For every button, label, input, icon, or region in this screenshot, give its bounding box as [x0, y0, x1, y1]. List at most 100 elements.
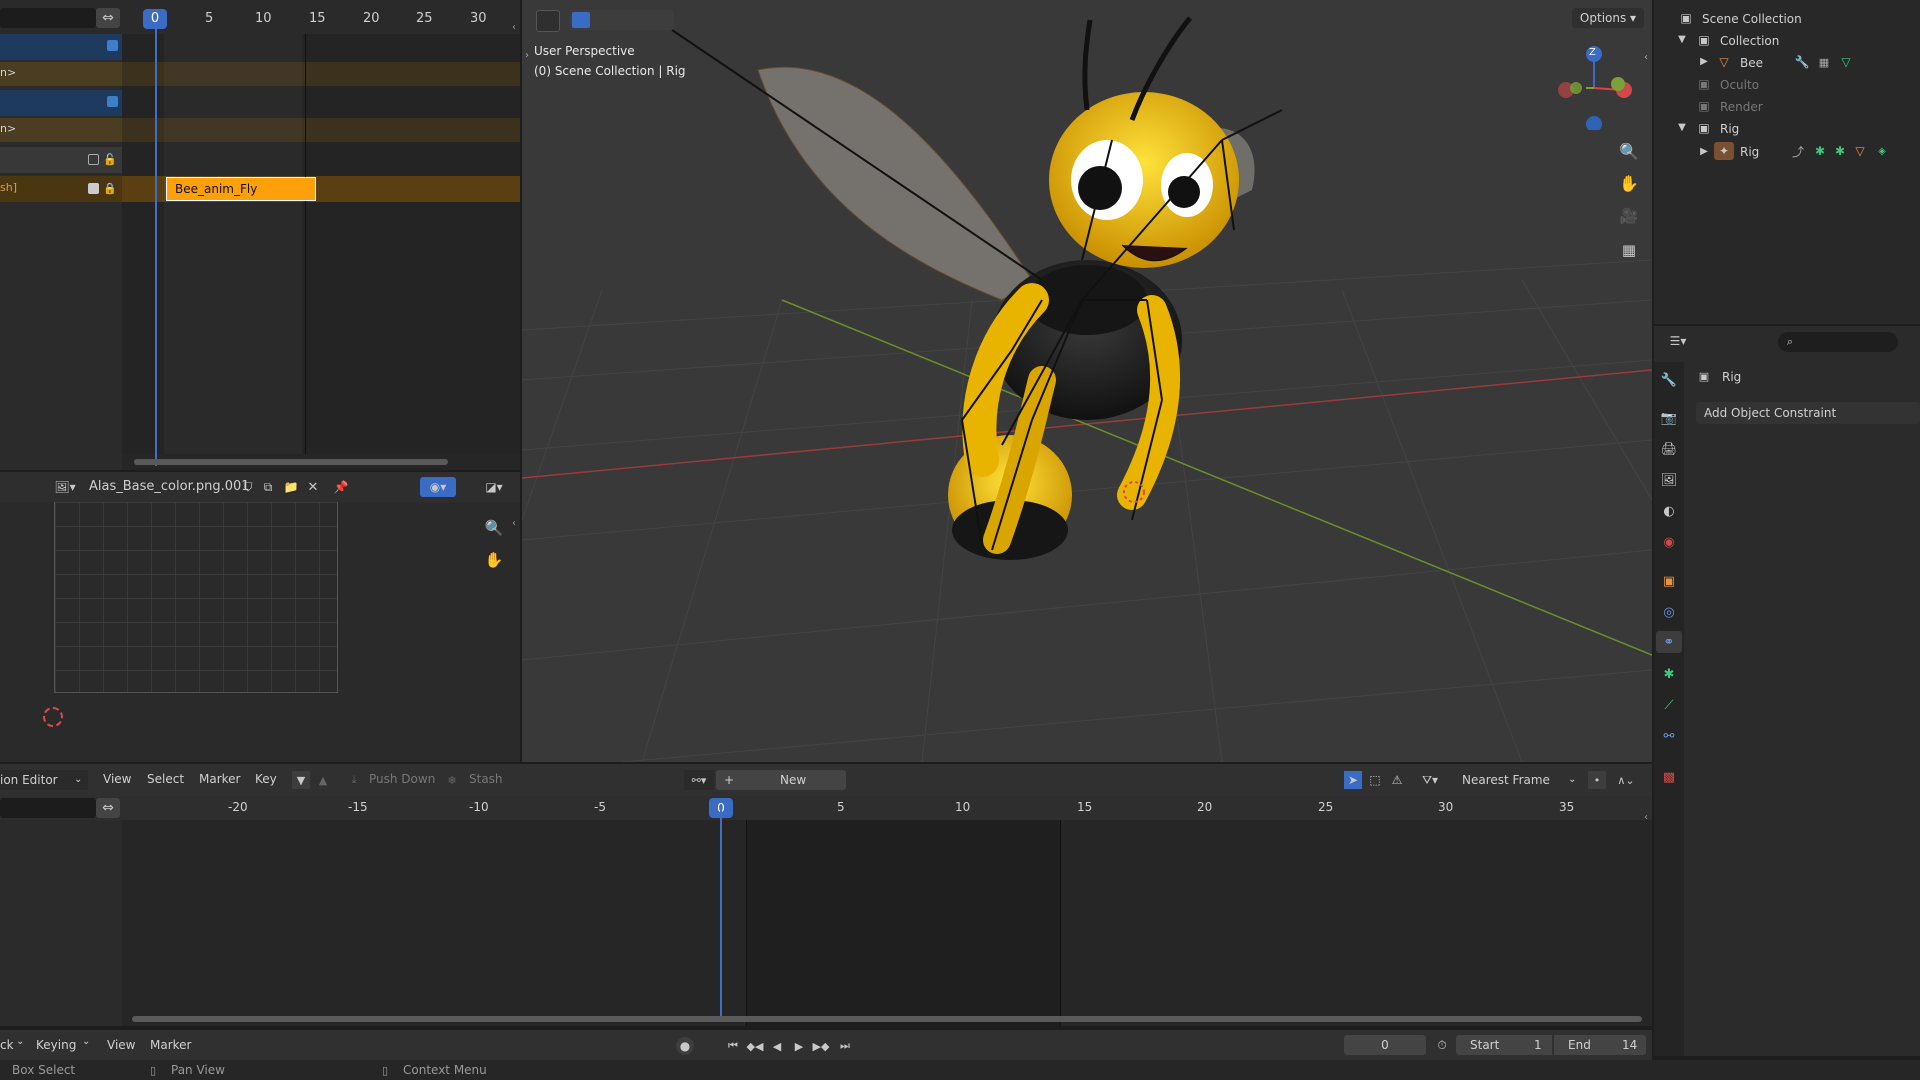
prev-keyframe-icon[interactable]: ◆◀	[746, 1037, 764, 1055]
timeline-header[interactable]: ck ⌄ Keying ⌄ View Marker ● ⏮ ◆◀ ◀ ▶ ▶◆ …	[0, 1030, 1652, 1060]
nla-action-strip[interactable]: Bee_anim_Fly	[166, 177, 316, 201]
action-ruler[interactable]: ⇔ -20 -15 -10 -5 0 5 10 15 20 25 30 35	[0, 796, 1652, 820]
scene-tab-icon[interactable]: ◐	[1659, 501, 1679, 521]
outliner-item[interactable]: Rig	[1740, 145, 1759, 159]
action-browse-icon[interactable]: ⚯▾	[684, 770, 714, 790]
new-action-button[interactable]: + New	[716, 770, 846, 790]
only-selected-icon[interactable]: ➤	[1344, 771, 1362, 789]
expand-arrow-icon[interactable]: ▼	[1676, 33, 1688, 45]
2d-cursor-icon[interactable]	[43, 707, 63, 727]
play-icon[interactable]: ▶	[790, 1037, 808, 1055]
properties-search-input[interactable]: ⌕	[1778, 332, 1898, 352]
menu-select[interactable]: Select	[147, 772, 184, 786]
mesh-icon[interactable]: ▽	[1852, 143, 1868, 159]
timeline-menu-marker[interactable]: Marker	[150, 1038, 191, 1052]
folder-icon[interactable]: 📁	[281, 478, 301, 496]
lock-open-icon[interactable]: 🔓	[102, 151, 118, 167]
only-errors-icon[interactable]: ⚠	[1388, 771, 1406, 789]
action-down-icon[interactable]: ▼	[292, 771, 310, 789]
expand-arrow-icon[interactable]: ▼	[1676, 121, 1688, 133]
data-tab-icon[interactable]: ✱	[1659, 664, 1679, 684]
track-checkbox[interactable]	[88, 154, 99, 165]
filter-icon[interactable]: ⛛▾	[1414, 771, 1446, 789]
chevron-left-icon[interactable]: ‹	[1640, 810, 1652, 824]
object-tab-icon[interactable]: ▣	[1659, 571, 1679, 591]
nla-track-row[interactable]: n>	[0, 118, 122, 142]
selection-mode-group[interactable]	[570, 10, 674, 30]
hand-pan-icon[interactable]: ✋	[482, 548, 506, 572]
physics-tab-icon[interactable]: ◎	[1659, 602, 1679, 622]
vertex-groups-icon[interactable]: ▦	[1816, 54, 1832, 70]
collapse-arrow-icon[interactable]: ▶	[1698, 55, 1710, 67]
timeline-menu-view[interactable]: View	[107, 1038, 135, 1052]
timeline-menu-keying[interactable]: Keying	[36, 1038, 76, 1052]
texture-tab-icon[interactable]: ▩	[1659, 767, 1679, 787]
world-tab-icon[interactable]: ◉	[1659, 532, 1679, 552]
play-reverse-icon[interactable]: ◀	[768, 1037, 786, 1055]
editor-type-icon[interactable]: ☰▾	[1664, 332, 1692, 350]
chevron-left-icon[interactable]: ‹	[508, 20, 520, 34]
show-hidden-icon[interactable]: ⬚	[1366, 771, 1384, 789]
nla-track-area[interactable]	[122, 34, 520, 454]
current-frame-field[interactable]: 0	[1344, 1035, 1426, 1055]
uv-grid[interactable]	[54, 502, 338, 693]
menu-view[interactable]: View	[103, 772, 131, 786]
outliner-item[interactable]: Collection	[1720, 34, 1779, 48]
render-tab-icon[interactable]: 📷	[1659, 408, 1679, 428]
nla-scrollbar[interactable]	[134, 459, 448, 465]
lock-icon[interactable]: 🔒	[102, 180, 118, 196]
chevron-left-icon[interactable]: ‹	[508, 516, 520, 530]
record-icon[interactable]: ●	[676, 1037, 694, 1055]
nla-editor[interactable]: ⇔ 0 5 10 15 20 25 30 n> n> 🔓 sh] 🔒 Bee_a…	[0, 0, 520, 470]
nla-track-row[interactable]: n>	[0, 62, 122, 86]
nla-ruler[interactable]: ⇔ 0 5 10 15 20 25 30	[0, 0, 520, 34]
action-playhead[interactable]	[720, 808, 722, 1022]
close-icon[interactable]: ✕	[304, 478, 322, 496]
editor-type-dropdown[interactable]: ion Editor ⌄	[0, 770, 88, 790]
timeline-menu-playback[interactable]: ck	[0, 1038, 14, 1052]
outliner-item[interactable]: Render	[1720, 100, 1763, 114]
start-frame-field[interactable]: Start 1	[1456, 1035, 1552, 1055]
falloff-curve-icon[interactable]: ∧⌄	[1612, 771, 1640, 789]
action-search-field[interactable]	[0, 798, 96, 818]
select-new-icon[interactable]	[572, 12, 590, 28]
menu-key[interactable]: Key	[255, 772, 277, 786]
outliner-item[interactable]: Bee	[1740, 56, 1763, 70]
menu-marker[interactable]: Marker	[199, 772, 240, 786]
action-channel-region[interactable]	[0, 820, 122, 1026]
end-frame-field[interactable]: End 14	[1554, 1035, 1646, 1055]
output-tab-icon[interactable]: 🖨	[1659, 439, 1679, 459]
view-layer-tab-icon[interactable]: 🖼	[1659, 470, 1679, 490]
hand-pan-icon[interactable]: ✋	[1616, 170, 1642, 196]
action-editor[interactable]: ion Editor ⌄ View Select Marker Key ▼ ▲ …	[0, 764, 1652, 1026]
image-name-field[interactable]: Alas_Base_color.png.001	[89, 479, 250, 494]
nla-search-field[interactable]	[0, 8, 96, 28]
action-icon[interactable]: ⤴	[1790, 143, 1806, 159]
duplicate-icon[interactable]: ⧉	[259, 478, 277, 496]
track-checkbox[interactable]	[107, 40, 118, 51]
swap-arrows-icon[interactable]: ⇔	[96, 798, 120, 818]
nla-playhead[interactable]	[155, 26, 157, 466]
camera-icon[interactable]: 🎥	[1616, 203, 1642, 229]
outliner[interactable]: ▣ Scene Collection ▼ ▣ Collection ▶ ▽ Be…	[1654, 0, 1920, 324]
view-mode-icon[interactable]: ◪▾	[478, 477, 510, 497]
zoom-icon[interactable]: 🔍	[1616, 138, 1642, 164]
track-checkbox[interactable]	[88, 183, 99, 194]
tool-tab-icon[interactable]: 🔧	[1659, 370, 1679, 390]
3d-viewport[interactable]: Options ▾ User Perspective (0) Scene Col…	[522, 0, 1652, 762]
properties-editor[interactable]: ☰▾ ⌕ 🔧 📷 🖨 🖼 ◐ ◉ ▣ ◎ ⚭ ✱ ⟋ ⚯ ▩ ▣ Rig Add…	[1654, 326, 1920, 1056]
bone-tab-icon[interactable]: ⟋	[1659, 695, 1679, 715]
pin-icon[interactable]: 📌	[332, 478, 350, 496]
image-editor-type-icon[interactable]: 🖼▾	[50, 478, 80, 496]
pose-icon[interactable]: ✱	[1812, 143, 1828, 159]
nla-track-row-selected[interactable]	[0, 34, 122, 60]
overlay-toggle-icon[interactable]: ◉▾	[420, 477, 456, 497]
chevron-right-icon[interactable]: ›	[522, 48, 532, 62]
outliner-root[interactable]: Scene Collection	[1702, 12, 1802, 26]
chevron-left-icon[interactable]: ‹	[1640, 50, 1652, 64]
wrench-modifier-icon[interactable]: 🔧	[1794, 54, 1810, 70]
select-mode-icon[interactable]	[536, 10, 560, 32]
outliner-item[interactable]: Oculto	[1720, 78, 1759, 92]
viewport-options-button[interactable]: Options ▾	[1572, 8, 1644, 28]
snap-mode-dropdown[interactable]: Nearest Frame ⌄	[1456, 770, 1580, 790]
